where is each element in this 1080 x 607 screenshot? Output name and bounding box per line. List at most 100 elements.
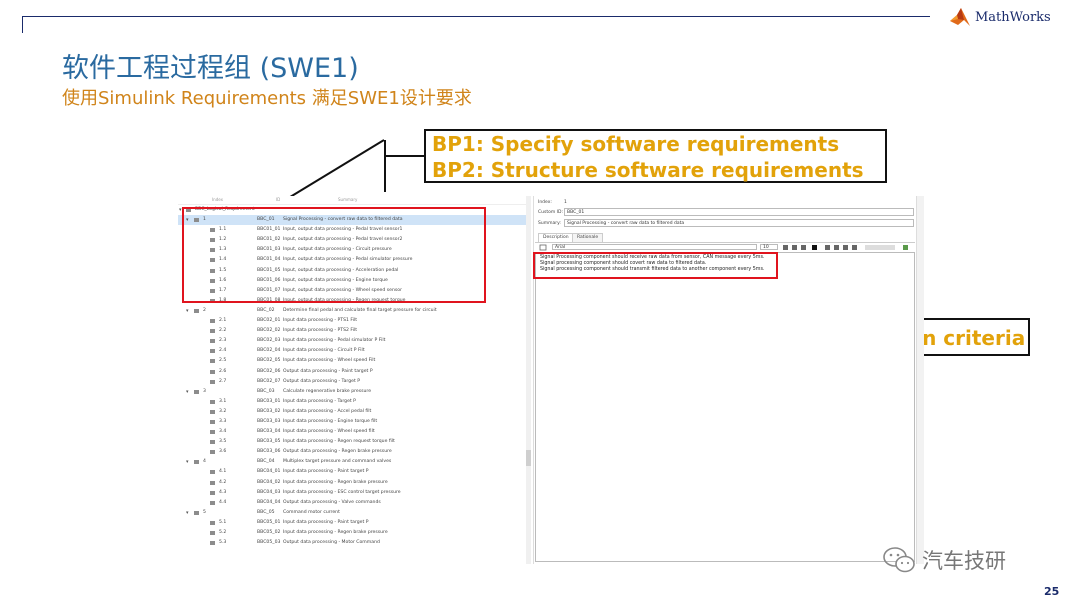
- summary-field[interactable]: Signal Processing - convert raw data to …: [564, 219, 914, 227]
- row-id: BBC04_04: [257, 499, 281, 505]
- requirement-icon: [210, 480, 215, 485]
- tree-group-row[interactable]: ▾ 3 BBC_03 Calculate regenerative brake pre…: [178, 387, 526, 397]
- row-summary: Output data processing - Valve commands: [283, 499, 381, 505]
- tree-scrollbar-thumb[interactable]: [526, 450, 531, 466]
- tab-description[interactable]: Description: [538, 233, 574, 242]
- tree-row[interactable]: 2.3 BBC02_03 Input data processing - Pedal…: [178, 336, 526, 346]
- row-index: 5.2: [219, 530, 227, 535]
- description-editor[interactable]: Signal Processing component should recei…: [535, 252, 915, 562]
- column-header-summary[interactable]: Summary: [338, 197, 357, 202]
- row-id: BBC04_01: [257, 469, 281, 475]
- row-id: BBC_04: [257, 459, 275, 465]
- mathworks-logo: MathWorks: [948, 6, 1051, 28]
- tree-row[interactable]: 3.2 BBC03_02 Input data processing - Accel…: [178, 407, 526, 417]
- row-index: 2.5: [219, 358, 227, 364]
- row-id: BBC02_04: [257, 348, 281, 354]
- row-id: BBC03_02: [257, 408, 281, 414]
- tree-row[interactable]: 4.1 BBC04_01 Input data processing - Paint…: [178, 467, 526, 477]
- paint-icon[interactable]: [539, 244, 547, 251]
- tree-row[interactable]: 5.3 BBC05_03 Output data processing - Moto…: [178, 538, 526, 548]
- align-right-icon[interactable]: [843, 245, 848, 250]
- tree-group-row[interactable]: ▾ 4 BBC_04 Multiplex target pressure and co…: [178, 457, 526, 467]
- requirement-icon: [210, 369, 215, 374]
- tree-row[interactable]: 5.2 BBC05_02 Input data processing - Regen…: [178, 528, 526, 538]
- tree-row[interactable]: 5.1 BBC05_01 Input data processing - Paint…: [178, 518, 526, 528]
- requirement-icon: [210, 349, 215, 354]
- row-summary: Input data processing - Regen brake pres…: [283, 530, 388, 535]
- requirement-icon: [210, 490, 215, 495]
- tab-rationale[interactable]: Rationale: [572, 233, 604, 242]
- align-justify-icon[interactable]: [852, 245, 857, 250]
- italic-icon[interactable]: [792, 245, 797, 250]
- row-summary: Multiplex target pressure and command va…: [283, 459, 392, 465]
- row-id: BBC03_04: [257, 429, 281, 435]
- align-left-icon[interactable]: [825, 245, 830, 250]
- row-index: 4.1: [219, 469, 227, 475]
- row-summary: Output data processing - Target P: [283, 378, 361, 384]
- tree-row[interactable]: 2.7 BBC02_07 Output data processing - Targ…: [178, 377, 526, 387]
- row-index: 2.3: [219, 338, 227, 344]
- row-summary: Input data processing - Circuit P Filt: [283, 348, 365, 354]
- row-summary: Input data processing - Paint target P: [283, 519, 369, 525]
- tree-row[interactable]: 3.6 BBC03_06 Output data processing - Rege…: [178, 447, 526, 457]
- column-header-id[interactable]: ID: [276, 197, 280, 202]
- tree-row[interactable]: 2.6 BBC02_06 Output data processing - Pain…: [178, 367, 526, 377]
- font-select[interactable]: Arial: [552, 244, 757, 250]
- header-rule-tick: [22, 16, 23, 33]
- tree-row[interactable]: 2.5 BBC02_05 Input data processing - Wheel…: [178, 356, 526, 366]
- font-color-icon[interactable]: [812, 245, 817, 250]
- highlight-description: [533, 252, 778, 279]
- requirement-icon: [210, 440, 215, 445]
- row-id: BBC03_06: [257, 449, 281, 455]
- collapse-arrow-icon[interactable]: ▾: [186, 387, 189, 397]
- tree-row[interactable]: 4.3 BBC04_03 Input data processing - ESC c…: [178, 488, 526, 498]
- tree-row[interactable]: 3.1 BBC03_01 Input data processing - Targe…: [178, 397, 526, 407]
- tree-row[interactable]: 3.4 BBC03_04 Input data processing - Wheel…: [178, 427, 526, 437]
- row-index: 3.2: [219, 408, 227, 414]
- row-index: 3.3: [219, 418, 227, 424]
- custom-id-field[interactable]: BBC_01: [564, 208, 914, 216]
- index-label: Index:: [538, 200, 552, 205]
- collapse-arrow-icon[interactable]: ▾: [186, 306, 189, 316]
- requirement-icon: [210, 399, 215, 404]
- tree-group-row[interactable]: ▾ 5 BBC_05 Command motor current: [178, 508, 526, 518]
- row-id: BBC03_03: [257, 418, 281, 424]
- editor-scrollbar[interactable]: [916, 196, 924, 564]
- row-id: BBC02_01: [257, 318, 281, 324]
- row-id: BBC05_03: [257, 540, 281, 546]
- row-summary: Input data processing - Wheel speed Filt: [283, 358, 376, 364]
- align-center-icon[interactable]: [834, 245, 839, 250]
- tree-row[interactable]: 2.2 BBC02_02 Input data processing - PTS2 …: [178, 326, 526, 336]
- tree-row[interactable]: 4.2 BBC04_02 Input data processing - Regen…: [178, 478, 526, 488]
- bold-icon[interactable]: [783, 245, 788, 250]
- row-index: 3: [203, 388, 206, 394]
- row-id: BBC04_02: [257, 479, 281, 485]
- insert-image-icon[interactable]: [903, 245, 908, 250]
- row-id: BBC02_03: [257, 338, 281, 344]
- font-size-select[interactable]: 10: [760, 244, 778, 250]
- tree-row[interactable]: 2.4 BBC02_04 Input data processing - Circu…: [178, 346, 526, 356]
- row-summary: Input data processing - Regen request to…: [283, 439, 395, 445]
- row-summary: Determine final pedal and calculate fina…: [283, 307, 437, 313]
- slide-title: 软件工程过程组 (SWE1): [62, 53, 359, 84]
- row-summary: Input data processing - Pedal simulator …: [283, 338, 386, 344]
- tree-scrollbar[interactable]: [526, 196, 531, 564]
- tree-group-row[interactable]: ▾ 2 BBC_02 Determine final pedal and calcul…: [178, 306, 526, 316]
- collapse-arrow-icon[interactable]: ▾: [186, 508, 189, 518]
- style-dropdown[interactable]: [865, 245, 895, 250]
- tree-row[interactable]: 4.4 BBC04_04 Output data processing - Valv…: [178, 498, 526, 508]
- tree-row[interactable]: 3.3 BBC03_03 Input data processing - Engin…: [178, 417, 526, 427]
- row-index: 3.1: [219, 398, 227, 404]
- page-number: 25: [1044, 585, 1060, 598]
- row-id: BBC02_07: [257, 378, 281, 384]
- tree-row[interactable]: 3.5 BBC03_05 Input data processing - Regen…: [178, 437, 526, 447]
- underline-icon[interactable]: [801, 245, 806, 250]
- tree-row[interactable]: 2.1 BBC02_01 Input data processing - PTS1 …: [178, 316, 526, 326]
- row-id: BBC_02: [257, 307, 275, 313]
- row-summary: Input data processing - PTS1 Filt: [283, 318, 358, 324]
- requirement-icon: [210, 541, 215, 546]
- column-header-index[interactable]: Index: [212, 197, 223, 202]
- collapse-arrow-icon[interactable]: ▾: [186, 457, 189, 467]
- requirement-icon: [210, 419, 215, 424]
- row-summary: Input data processing - Target P: [283, 398, 356, 404]
